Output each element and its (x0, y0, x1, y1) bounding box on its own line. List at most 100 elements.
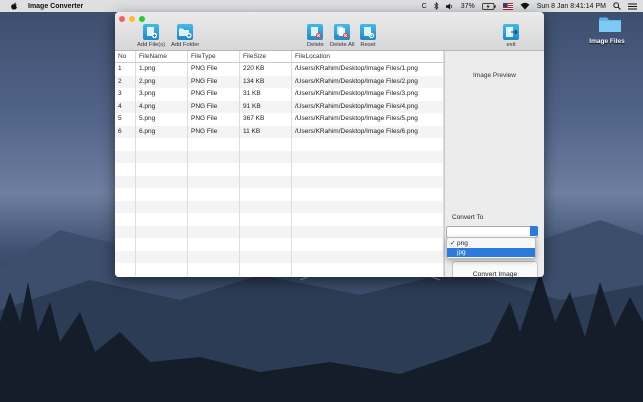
file-table[interactable]: No FileName FileType FileSize FileLocati… (115, 51, 445, 277)
cell-filelocation: /Users/KRahim/Desktop/Image Files/5.png (292, 113, 444, 126)
empty-row (115, 188, 444, 201)
option-jpg[interactable]: jpg (447, 248, 535, 257)
cell-filelocation: /Users/KRahim/Desktop/Image Files/3.png (292, 88, 444, 101)
clock[interactable]: Sun 8 Jan 8:41:14 PM (537, 3, 606, 10)
cell-filesize: 91 KB (240, 100, 292, 113)
wifi-icon[interactable] (520, 2, 530, 10)
menu-bar: Image Converter C 37% Sun 8 Jan 8:41:14 … (0, 0, 643, 12)
search-icon[interactable] (613, 2, 621, 10)
battery-icon[interactable] (481, 2, 496, 10)
col-header-filetype[interactable]: FileType (188, 51, 240, 62)
table-row[interactable]: 1 1.png PNG File 220 KB /Users/KRahim/De… (115, 63, 444, 76)
delete-button[interactable]: Delete (307, 24, 324, 48)
close-window-button[interactable] (119, 16, 125, 22)
cell-filetype: PNG File (188, 113, 240, 126)
table-header: No FileName FileType FileSize FileLocati… (115, 51, 444, 63)
cell-filesize: 31 KB (240, 88, 292, 101)
add-files-button[interactable]: Add File(s) (137, 24, 165, 48)
zoom-window-button[interactable] (139, 16, 145, 22)
exit-label: exit (506, 42, 516, 48)
table-row[interactable]: 3 3.png PNG File 31 KB /Users/KRahim/Des… (115, 88, 444, 101)
delete-all-label: Delete All (330, 42, 355, 48)
add-folder-icon (179, 28, 192, 39)
desktop-folder-image-files[interactable]: Image Files (589, 16, 628, 45)
reset-icon (364, 27, 375, 39)
table-row[interactable]: 4 4.png PNG File 91 KB /Users/KRahim/Des… (115, 100, 444, 113)
convert-to-label: Convert To (452, 214, 484, 221)
add-files-label: Add File(s) (137, 42, 166, 48)
cell-filesize: 220 KB (240, 63, 292, 76)
table-row[interactable]: 2 2.png PNG File 134 KB /Users/KRahim/De… (115, 75, 444, 88)
delete-icon (311, 27, 322, 39)
format-dropdown-menu: ✓ png jpg (446, 237, 536, 259)
cell-no: 1 (115, 63, 136, 76)
option-png[interactable]: ✓ png (447, 239, 535, 248)
cell-filetype: PNG File (188, 125, 240, 138)
empty-row (115, 175, 444, 188)
checkmark-icon: ✓ (450, 240, 456, 247)
col-header-filelocation[interactable]: FileLocation (292, 51, 444, 62)
folder-icon (599, 17, 621, 32)
col-header-filesize[interactable]: FileSize (240, 51, 292, 62)
bluetooth-icon[interactable] (433, 2, 439, 10)
cell-filename: 6.png (136, 125, 188, 138)
chevron-down-icon[interactable] (530, 226, 538, 236)
cell-filesize: 134 KB (240, 75, 292, 88)
delete-label: Delete (307, 42, 324, 48)
reset-label: Reset (360, 42, 376, 48)
list-icon[interactable] (628, 3, 637, 10)
add-file-icon (147, 27, 158, 39)
exit-button[interactable]: exit (503, 24, 519, 48)
reset-button[interactable]: Reset (360, 24, 376, 48)
empty-row (115, 213, 444, 226)
empty-row (115, 263, 444, 276)
volume-icon[interactable] (445, 2, 454, 10)
empty-row (115, 238, 444, 251)
empty-row (115, 225, 444, 238)
flag-icon[interactable] (502, 2, 513, 10)
cell-no: 5 (115, 113, 136, 126)
cell-filelocation: /Users/KRahim/Desktop/Image Files/2.png (292, 75, 444, 88)
image-preview-label: Image Preview (473, 72, 516, 79)
cell-filename: 5.png (136, 113, 188, 126)
cell-filetype: PNG File (188, 63, 240, 76)
convert-image-button[interactable]: Convert Image (452, 261, 538, 277)
cell-filesize: 11 KB (240, 125, 292, 138)
table-row[interactable]: 5 5.png PNG File 367 KB /Users/KRahim/De… (115, 113, 444, 126)
empty-row (115, 163, 444, 176)
status-letter-icon[interactable]: C (422, 3, 427, 10)
empty-row (115, 250, 444, 263)
window-toolbar: Add File(s) Add Folder Delete Delete All… (115, 12, 544, 51)
cell-filetype: PNG File (188, 88, 240, 101)
table-row[interactable]: 6 6.png PNG File 11 KB /Users/KRahim/Des… (115, 125, 444, 138)
cell-no: 3 (115, 88, 136, 101)
add-folder-label: Add Folder (171, 42, 200, 48)
cell-no: 4 (115, 100, 136, 113)
app-menu-name[interactable]: Image Converter (28, 3, 83, 10)
cell-filelocation: /Users/KRahim/Desktop/Image Files/6.png (292, 125, 444, 138)
cell-filelocation: /Users/KRahim/Desktop/Image Files/4.png (292, 100, 444, 113)
col-header-no[interactable]: No (115, 51, 136, 62)
cell-no: 2 (115, 75, 136, 88)
col-header-filename[interactable]: FileName (136, 51, 188, 62)
minimize-window-button[interactable] (129, 16, 135, 22)
empty-row (115, 150, 444, 163)
app-window: Add File(s) Add Folder Delete Delete All… (115, 12, 544, 277)
empty-row (115, 138, 444, 151)
exit-icon (506, 27, 518, 37)
cell-filetype: PNG File (188, 75, 240, 88)
empty-row (115, 200, 444, 213)
battery-percent[interactable]: 37% (461, 3, 475, 10)
table-body: 1 1.png PNG File 220 KB /Users/KRahim/De… (115, 63, 444, 276)
delete-all-button[interactable]: Delete All (330, 24, 355, 48)
apple-icon[interactable] (10, 2, 18, 10)
add-folder-button[interactable]: Add Folder (171, 24, 199, 48)
folder-label: Image Files (589, 38, 625, 45)
cell-filename: 2.png (136, 75, 188, 88)
desktop-trees (0, 272, 643, 402)
cell-no: 6 (115, 125, 136, 138)
delete-all-icon (337, 26, 349, 39)
cell-filename: 4.png (136, 100, 188, 113)
cell-filetype: PNG File (188, 100, 240, 113)
cell-filelocation: /Users/KRahim/Desktop/Image Files/1.png (292, 63, 444, 76)
